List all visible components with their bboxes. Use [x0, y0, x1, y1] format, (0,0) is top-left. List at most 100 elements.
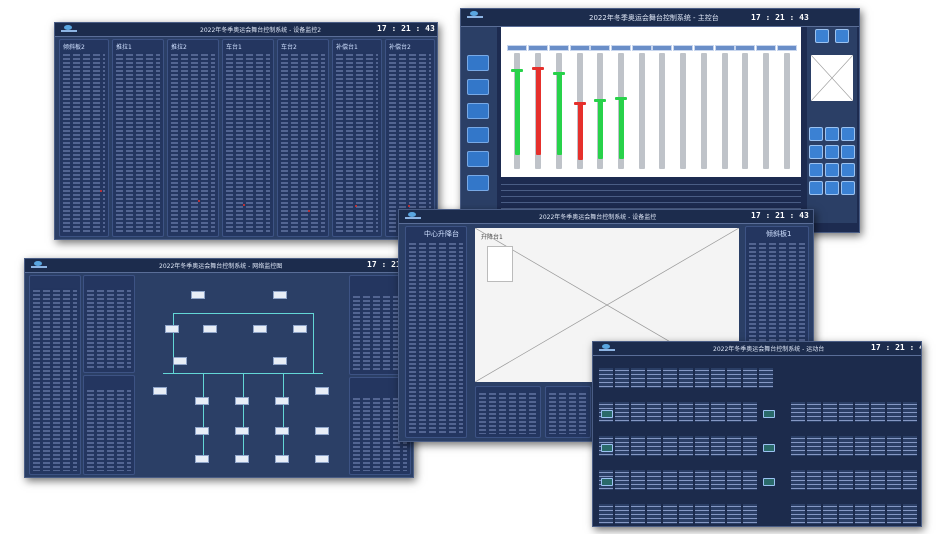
lift-handle[interactable]	[532, 67, 544, 70]
network-node[interactable]	[275, 455, 289, 463]
keypad-key[interactable]	[825, 163, 839, 177]
network-node[interactable]	[293, 325, 307, 333]
network-node[interactable]	[275, 397, 289, 405]
lift-track	[784, 53, 790, 169]
status-panel-2[interactable]	[83, 275, 135, 373]
panel-readouts	[226, 52, 270, 233]
channel-header[interactable]	[735, 45, 755, 51]
group-button[interactable]	[601, 478, 613, 486]
panel-readouts	[281, 52, 325, 233]
network-node[interactable]	[273, 357, 287, 365]
keypad-key[interactable]	[841, 163, 855, 177]
keypad-key[interactable]	[825, 127, 839, 141]
network-node[interactable]	[275, 427, 289, 435]
network-node[interactable]	[235, 397, 249, 405]
keypad-key[interactable]	[841, 127, 855, 141]
sidebar-button-5[interactable]	[467, 151, 489, 167]
group-button[interactable]	[763, 410, 775, 418]
motion-cell	[615, 368, 629, 388]
window-titlebar: 2022年冬季奥运会舞台控制系统 - 网络监控图 17 : 21 : 43	[25, 259, 413, 273]
network-node[interactable]	[203, 325, 217, 333]
lift-handle[interactable]	[594, 99, 606, 102]
motion-cell	[647, 504, 661, 524]
lift-handle[interactable]	[615, 97, 627, 100]
network-node[interactable]	[195, 397, 209, 405]
keypad-key[interactable]	[841, 181, 855, 195]
channel-header[interactable]	[549, 45, 569, 51]
network-node[interactable]	[195, 455, 209, 463]
group-button[interactable]	[763, 478, 775, 486]
keypad-key[interactable]	[809, 181, 823, 195]
lift-bar[interactable]	[515, 69, 520, 155]
network-node[interactable]	[173, 357, 187, 365]
channel-header[interactable]	[777, 45, 797, 51]
panel-title: 倾斜板1	[766, 230, 792, 238]
lift-handle[interactable]	[511, 69, 523, 72]
network-node[interactable]	[191, 291, 205, 299]
network-node[interactable]	[315, 455, 329, 463]
group-button[interactable]	[763, 444, 775, 452]
lift-bar[interactable]	[619, 97, 624, 159]
network-node[interactable]	[315, 427, 329, 435]
sidebar-button-3[interactable]	[467, 103, 489, 119]
lift-bar[interactable]	[557, 72, 562, 155]
tool-button-2[interactable]	[835, 29, 849, 43]
panel-title: 中心升降台	[424, 230, 459, 238]
motion-cell	[823, 402, 837, 422]
sidebar-button-4[interactable]	[467, 127, 489, 143]
channel-header[interactable]	[673, 45, 693, 51]
network-node[interactable]	[315, 387, 329, 395]
sidebar-button-2[interactable]	[467, 79, 489, 95]
network-node[interactable]	[253, 325, 267, 333]
panel-comp-2[interactable]: 补偿台2	[385, 39, 435, 237]
network-node[interactable]	[273, 291, 287, 299]
lift-track	[659, 53, 665, 169]
keypad-key[interactable]	[809, 145, 823, 159]
network-node[interactable]	[153, 387, 167, 395]
motion-cell	[647, 436, 661, 456]
status-panel-1[interactable]	[29, 275, 81, 475]
sidebar-button-1[interactable]	[467, 55, 489, 71]
status-panel-3[interactable]	[83, 375, 135, 475]
motion-cell	[887, 402, 901, 422]
lift-bar[interactable]	[598, 99, 603, 159]
network-node[interactable]	[235, 455, 249, 463]
group-button[interactable]	[601, 444, 613, 452]
motion-cell	[615, 470, 629, 490]
channel-header[interactable]	[507, 45, 527, 51]
channel-header[interactable]	[611, 45, 631, 51]
lift-bar[interactable]	[536, 67, 541, 155]
panel-push-2[interactable]: 推拉2	[167, 39, 219, 237]
group-button[interactable]	[601, 410, 613, 418]
keypad-key[interactable]	[825, 181, 839, 195]
keypad-key[interactable]	[825, 145, 839, 159]
sidebar-button-6[interactable]	[467, 175, 489, 191]
panel-cart-1[interactable]: 车台1	[222, 39, 274, 237]
tool-button-1[interactable]	[815, 29, 829, 43]
motion-cell	[647, 368, 661, 388]
panel-tilt-2[interactable]: 倾斜板2	[59, 39, 109, 237]
center-lift-panel[interactable]: 中心升降台	[405, 226, 467, 438]
network-node[interactable]	[165, 325, 179, 333]
motion-cell	[823, 504, 837, 524]
channel-header[interactable]	[590, 45, 610, 51]
network-node[interactable]	[235, 427, 249, 435]
channel-header[interactable]	[694, 45, 714, 51]
lift-handle[interactable]	[574, 102, 586, 105]
lift-track	[722, 53, 728, 169]
channel-header[interactable]	[715, 45, 735, 51]
keypad-key[interactable]	[809, 163, 823, 177]
channel-header[interactable]	[570, 45, 590, 51]
panel-push-1[interactable]: 推拉1	[112, 39, 164, 237]
channel-header[interactable]	[528, 45, 548, 51]
channel-header[interactable]	[652, 45, 672, 51]
lift-handle[interactable]	[553, 72, 565, 75]
lift-bar[interactable]	[578, 102, 583, 160]
channel-header[interactable]	[756, 45, 776, 51]
network-node[interactable]	[195, 427, 209, 435]
keypad-key[interactable]	[809, 127, 823, 141]
panel-comp-1[interactable]: 补偿台1	[332, 39, 382, 237]
panel-cart-2[interactable]: 车台2	[277, 39, 329, 237]
channel-header[interactable]	[632, 45, 652, 51]
keypad-key[interactable]	[841, 145, 855, 159]
